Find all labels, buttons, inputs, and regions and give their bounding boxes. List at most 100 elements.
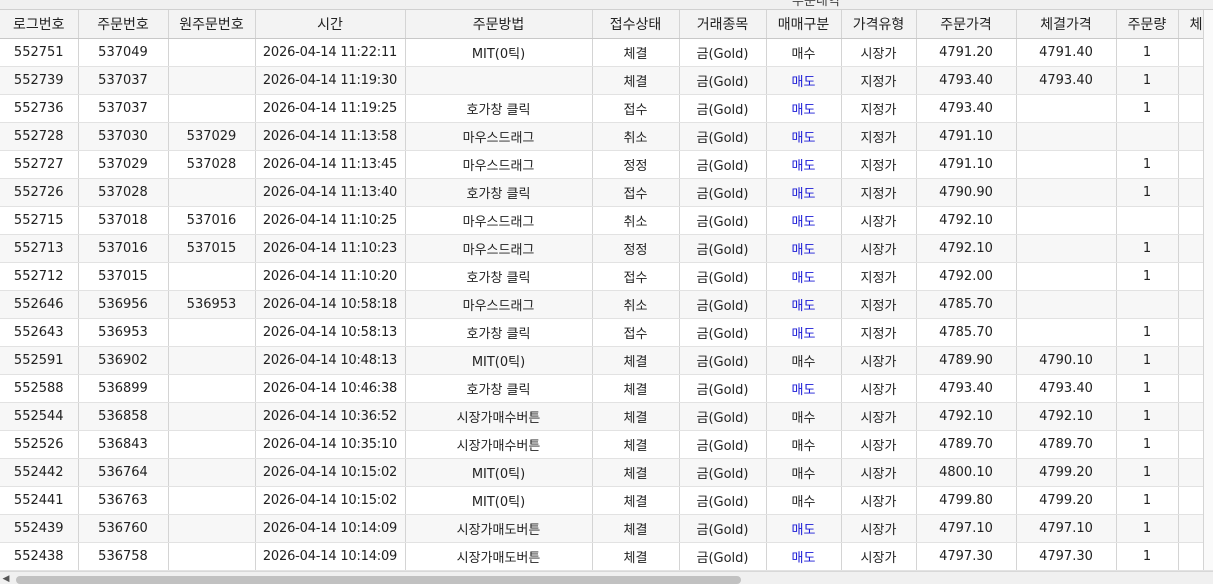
column-header-original-order-no[interactable]: 원주문번호 — [168, 10, 256, 39]
cell-order-no: 536956 — [78, 290, 169, 319]
cell-order-price: 4800.10 — [916, 458, 1017, 487]
column-header-instrument[interactable]: 거래종목 — [679, 10, 767, 39]
cell-order-qty: 1 — [1116, 94, 1179, 123]
column-header-fill-price[interactable]: 체결가격 — [1016, 10, 1117, 39]
cell-order-no: 536763 — [78, 486, 169, 515]
table-row[interactable]: 552643 536953 2026-04-14 10:58:13 호가창 클릭 접수 금… — [0, 318, 1213, 347]
table-body: 552751 537049 2026-04-14 11:22:11 MIT(0틱) 체결… — [0, 38, 1213, 571]
cell-original-order-no — [168, 38, 256, 67]
column-header-order-price[interactable]: 주문가격 — [916, 10, 1017, 39]
cell-fill-price: 4797.10 — [1016, 514, 1117, 543]
cell-status: 체결 — [592, 430, 680, 459]
cell-order-qty: 1 — [1116, 66, 1179, 95]
table-row[interactable]: 552715 537018 537016 2026-04-14 11:10:25 마우스… — [0, 206, 1213, 235]
cell-side: 매수 — [766, 486, 842, 515]
cell-fill-price: 4790.10 — [1016, 346, 1117, 375]
table-row[interactable]: 552441 536763 2026-04-14 10:15:02 MIT(0틱) 체결… — [0, 486, 1213, 515]
cell-instrument: 금(Gold) — [679, 514, 767, 543]
cell-order-qty — [1116, 122, 1179, 151]
table-row[interactable]: 552727 537029 537028 2026-04-14 11:13:45 마우스… — [0, 150, 1213, 179]
cell-time: 2026-04-14 11:13:40 — [255, 178, 406, 207]
table-row[interactable]: 552588 536899 2026-04-14 10:46:38 호가창 클릭 체결 금… — [0, 374, 1213, 403]
triangle-left-icon[interactable]: ◀ — [0, 573, 12, 585]
table-row[interactable]: 552751 537049 2026-04-14 11:22:11 MIT(0틱) 체결… — [0, 38, 1213, 67]
table-row[interactable]: 552736 537037 2026-04-14 11:19:25 호가창 클릭 접수 금… — [0, 94, 1213, 123]
cell-order-no: 537028 — [78, 178, 169, 207]
cell-original-order-no: 537016 — [168, 206, 256, 235]
cell-fill-price: 4793.40 — [1016, 374, 1117, 403]
cell-order-method: MIT(0틱) — [405, 486, 593, 515]
table-row[interactable]: 552439 536760 2026-04-14 10:14:09 시장가매도버튼 체결… — [0, 514, 1213, 543]
vertical-scrollbar[interactable] — [1203, 10, 1213, 570]
column-header-price-type[interactable]: 가격유형 — [841, 10, 917, 39]
cell-log-no: 552736 — [0, 94, 79, 123]
cell-price-type: 시장가 — [841, 234, 917, 263]
cell-log-no: 552588 — [0, 374, 79, 403]
cell-instrument: 금(Gold) — [679, 542, 767, 571]
column-header-order-no[interactable]: 주문번호 — [78, 10, 169, 39]
cell-order-no: 537018 — [78, 206, 169, 235]
column-header-side[interactable]: 매매구분 — [766, 10, 842, 39]
cell-time: 2026-04-14 10:14:09 — [255, 542, 406, 571]
cell-price-type: 시장가 — [841, 38, 917, 67]
table-row[interactable]: 552544 536858 2026-04-14 10:36:52 시장가매수버튼 체결… — [0, 402, 1213, 431]
cell-order-qty: 1 — [1116, 262, 1179, 291]
cell-log-no: 552726 — [0, 178, 79, 207]
cell-instrument: 금(Gold) — [679, 290, 767, 319]
cell-price-type: 지정가 — [841, 178, 917, 207]
cell-log-no: 552442 — [0, 458, 79, 487]
cell-fill-price — [1016, 150, 1117, 179]
horizontal-scrollbar[interactable]: ◀ — [0, 571, 1213, 584]
cell-order-price: 4797.30 — [916, 542, 1017, 571]
cell-price-type: 시장가 — [841, 486, 917, 515]
cell-instrument: 금(Gold) — [679, 206, 767, 235]
cell-order-qty: 1 — [1116, 38, 1179, 67]
cell-fill-price: 4792.10 — [1016, 402, 1117, 431]
cell-order-price: 4793.40 — [916, 66, 1017, 95]
cell-order-method: 마우스드래그 — [405, 122, 593, 151]
cell-original-order-no — [168, 430, 256, 459]
table-row[interactable]: 552713 537016 537015 2026-04-14 11:10:23 마우스… — [0, 234, 1213, 263]
cell-status: 취소 — [592, 290, 680, 319]
cell-status: 체결 — [592, 374, 680, 403]
column-header-status[interactable]: 접수상태 — [592, 10, 680, 39]
cell-order-price: 4791.20 — [916, 38, 1017, 67]
table-row[interactable]: 552726 537028 2026-04-14 11:13:40 호가창 클릭 접수 금… — [0, 178, 1213, 207]
cell-time: 2026-04-14 11:19:30 — [255, 66, 406, 95]
column-header-time[interactable]: 시간 — [255, 10, 406, 39]
cell-order-no: 537037 — [78, 94, 169, 123]
cell-original-order-no — [168, 346, 256, 375]
cell-order-price: 4791.10 — [916, 150, 1017, 179]
table-row[interactable]: 552442 536764 2026-04-14 10:15:02 MIT(0틱) 체결… — [0, 458, 1213, 487]
cell-order-method: MIT(0틱) — [405, 458, 593, 487]
cell-order-qty — [1116, 290, 1179, 319]
cell-log-no: 552544 — [0, 402, 79, 431]
column-header-order-qty[interactable]: 주문량 — [1116, 10, 1179, 39]
cell-instrument: 금(Gold) — [679, 318, 767, 347]
cell-status: 체결 — [592, 458, 680, 487]
cell-status: 체결 — [592, 38, 680, 67]
table-row[interactable]: 552438 536758 2026-04-14 10:14:09 시장가매도버튼 체결… — [0, 542, 1213, 571]
cell-status: 취소 — [592, 206, 680, 235]
cell-instrument: 금(Gold) — [679, 374, 767, 403]
cell-side: 매도 — [766, 66, 842, 95]
column-header-order-method[interactable]: 주문방법 — [405, 10, 593, 39]
cell-original-order-no — [168, 458, 256, 487]
cell-order-no: 537015 — [78, 262, 169, 291]
cell-order-price: 4797.10 — [916, 514, 1017, 543]
cell-instrument: 금(Gold) — [679, 234, 767, 263]
table-row[interactable]: 552591 536902 2026-04-14 10:48:13 MIT(0틱) 체결… — [0, 346, 1213, 375]
table-row[interactable]: 552728 537030 537029 2026-04-14 11:13:58 마우스… — [0, 122, 1213, 151]
cell-time: 2026-04-14 10:35:10 — [255, 430, 406, 459]
table-row[interactable]: 552712 537015 2026-04-14 11:10:20 호가창 클릭 접수 금… — [0, 262, 1213, 291]
cell-fill-price — [1016, 290, 1117, 319]
cell-time: 2026-04-14 10:14:09 — [255, 514, 406, 543]
table-row[interactable]: 552646 536956 536953 2026-04-14 10:58:18 마우스… — [0, 290, 1213, 319]
cell-fill-price: 4789.70 — [1016, 430, 1117, 459]
table-row[interactable]: 552526 536843 2026-04-14 10:35:10 시장가매수버튼 체결… — [0, 430, 1213, 459]
cell-instrument: 금(Gold) — [679, 66, 767, 95]
table-row[interactable]: 552739 537037 2026-04-14 11:19:30 체결 금(Gold)… — [0, 66, 1213, 95]
column-header-log-no[interactable]: 로그번호 — [0, 10, 79, 39]
cell-log-no: 552713 — [0, 234, 79, 263]
cell-time: 2026-04-14 10:48:13 — [255, 346, 406, 375]
